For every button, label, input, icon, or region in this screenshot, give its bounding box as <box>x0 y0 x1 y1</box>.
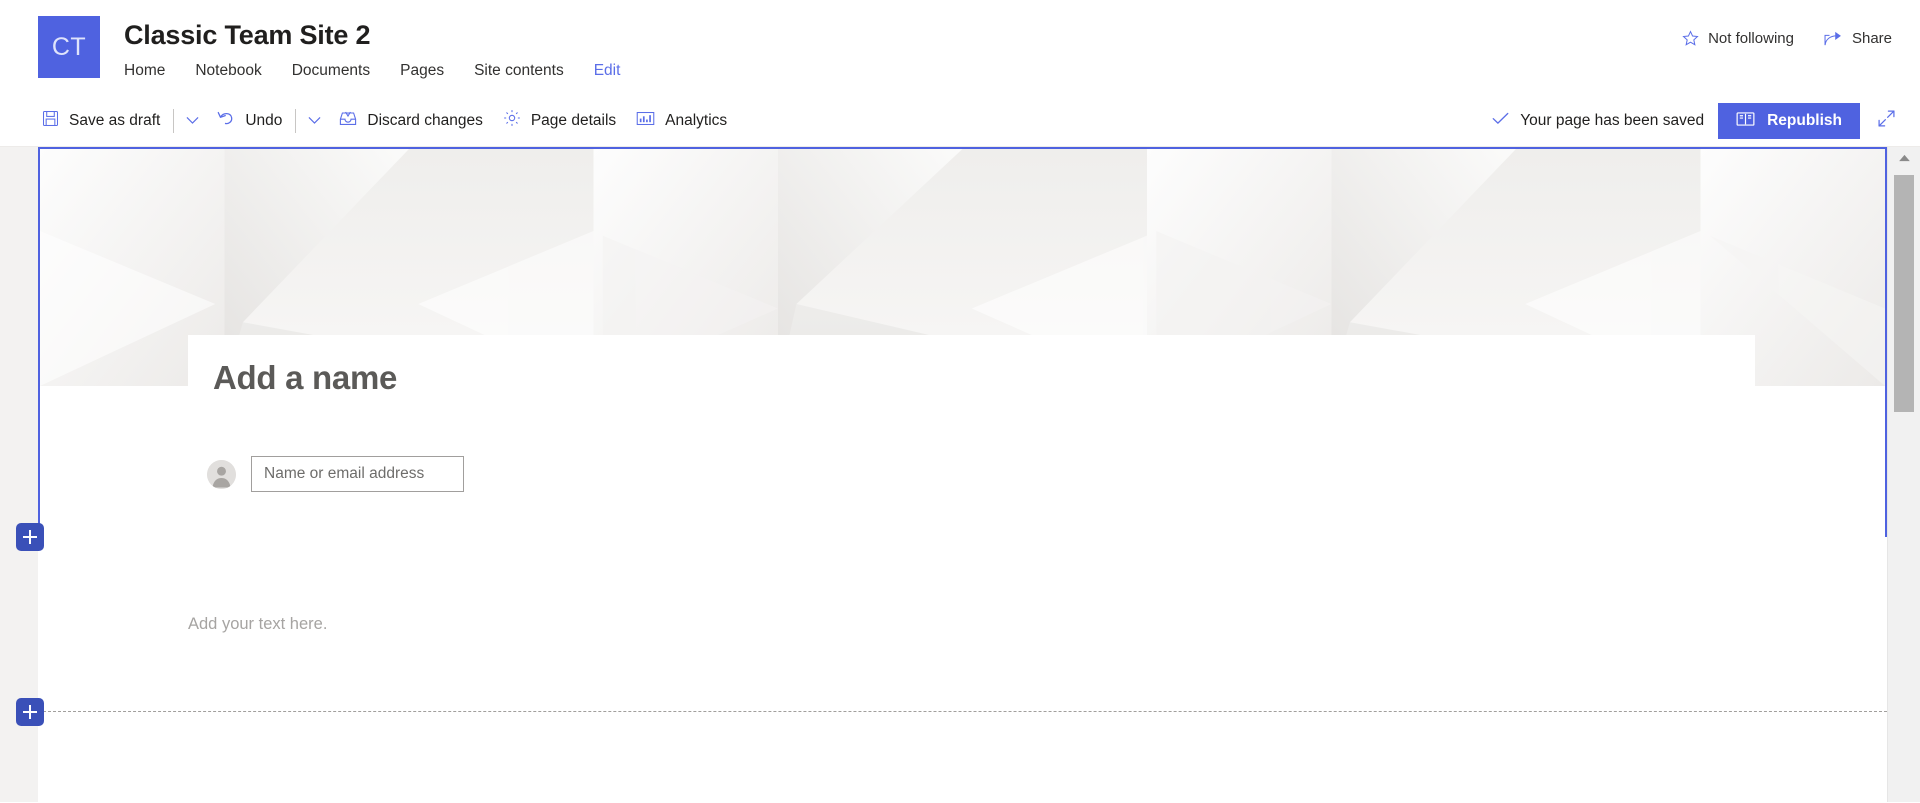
republish-button[interactable]: Republish <box>1718 103 1860 139</box>
site-title-block: Classic Team Site 2 Home Notebook Docume… <box>124 16 620 81</box>
nav-item-pages[interactable]: Pages <box>400 61 444 81</box>
page-canvas: Add a name Add your text here. <box>0 147 1920 802</box>
command-bar: Save as draft Undo Discard changes Page … <box>0 95 1920 147</box>
not-following-label: Not following <box>1708 30 1794 47</box>
site-navigation: Home Notebook Documents Pages Site conte… <box>124 61 620 81</box>
add-section-button-bottom[interactable] <box>16 698 44 726</box>
text-webpart-section[interactable]: Add your text here. <box>38 537 1887 712</box>
analytics-button[interactable]: Analytics <box>626 101 737 141</box>
discard-tray-icon <box>339 110 357 132</box>
undo-label: Undo <box>245 111 283 129</box>
save-as-draft-button[interactable]: Save as draft <box>32 101 170 141</box>
scroll-thumb[interactable] <box>1894 175 1914 412</box>
canvas-scrollbar[interactable] <box>1887 147 1920 802</box>
save-options-chevron[interactable] <box>177 101 207 141</box>
caret-up-icon <box>1898 149 1911 167</box>
command-separator-1 <box>173 108 175 133</box>
hero-section[interactable]: Add a name <box>38 147 1887 539</box>
text-section-bottom-divider <box>38 711 1887 712</box>
star-outline-icon <box>1682 30 1699 47</box>
nav-item-documents[interactable]: Documents <box>292 61 370 81</box>
undo-button[interactable]: Undo <box>207 101 292 141</box>
republish-label: Republish <box>1767 112 1842 129</box>
nav-item-edit[interactable]: Edit <box>594 61 621 81</box>
chevron-down-icon <box>186 112 199 130</box>
book-icon <box>1736 111 1755 132</box>
save-status: Your page has been saved <box>1492 112 1704 130</box>
command-separator-2 <box>295 108 297 133</box>
analytics-label: Analytics <box>665 111 728 129</box>
not-following-button[interactable]: Not following <box>1682 30 1794 47</box>
undo-options-chevron[interactable] <box>299 101 329 141</box>
page-title-input[interactable]: Add a name <box>213 357 1755 399</box>
site-header-actions: Not following Share <box>1682 30 1892 47</box>
undo-arrow-icon <box>217 110 235 132</box>
chevron-down-icon <box>308 112 321 130</box>
site-title[interactable]: Classic Team Site 2 <box>124 18 620 52</box>
discard-changes-button[interactable]: Discard changes <box>329 101 492 141</box>
expand-diagonal-icon <box>1877 109 1896 133</box>
bar-chart-icon <box>636 110 655 132</box>
page-details-button[interactable]: Page details <box>493 101 626 141</box>
page-details-label: Page details <box>530 111 617 129</box>
site-logo-initials: CT <box>51 32 87 61</box>
command-bar-right: Your page has been saved Republish <box>1492 95 1908 147</box>
author-name-input[interactable] <box>251 456 464 492</box>
avatar <box>207 459 236 489</box>
discard-changes-label: Discard changes <box>367 111 483 129</box>
scroll-up-button[interactable] <box>1888 147 1920 169</box>
text-webpart-input[interactable]: Add your text here. <box>188 615 327 634</box>
hero-author-row <box>207 456 464 492</box>
share-label: Share <box>1851 30 1892 47</box>
nav-item-site-contents[interactable]: Site contents <box>474 61 564 81</box>
canvas-inner: Add a name Add your text here. <box>16 147 1887 802</box>
checkmark-icon <box>1492 112 1509 130</box>
save-as-draft-label: Save as draft <box>69 111 161 129</box>
gear-icon <box>503 109 521 132</box>
nav-item-notebook[interactable]: Notebook <box>195 61 261 81</box>
save-status-label: Your page has been saved <box>1520 112 1705 129</box>
nav-item-home[interactable]: Home <box>124 61 165 81</box>
hero-title-box: Add a name <box>188 335 1755 445</box>
person-placeholder-icon <box>207 459 236 489</box>
site-logo[interactable]: CT <box>38 16 100 78</box>
add-section-button-top[interactable] <box>16 523 44 551</box>
share-icon <box>1824 30 1843 47</box>
expand-fullscreen-button[interactable] <box>1864 101 1908 141</box>
save-floppy-icon <box>42 110 59 132</box>
share-button[interactable]: Share <box>1824 30 1892 47</box>
site-header: CT Classic Team Site 2 Home Notebook Doc… <box>0 0 1920 95</box>
